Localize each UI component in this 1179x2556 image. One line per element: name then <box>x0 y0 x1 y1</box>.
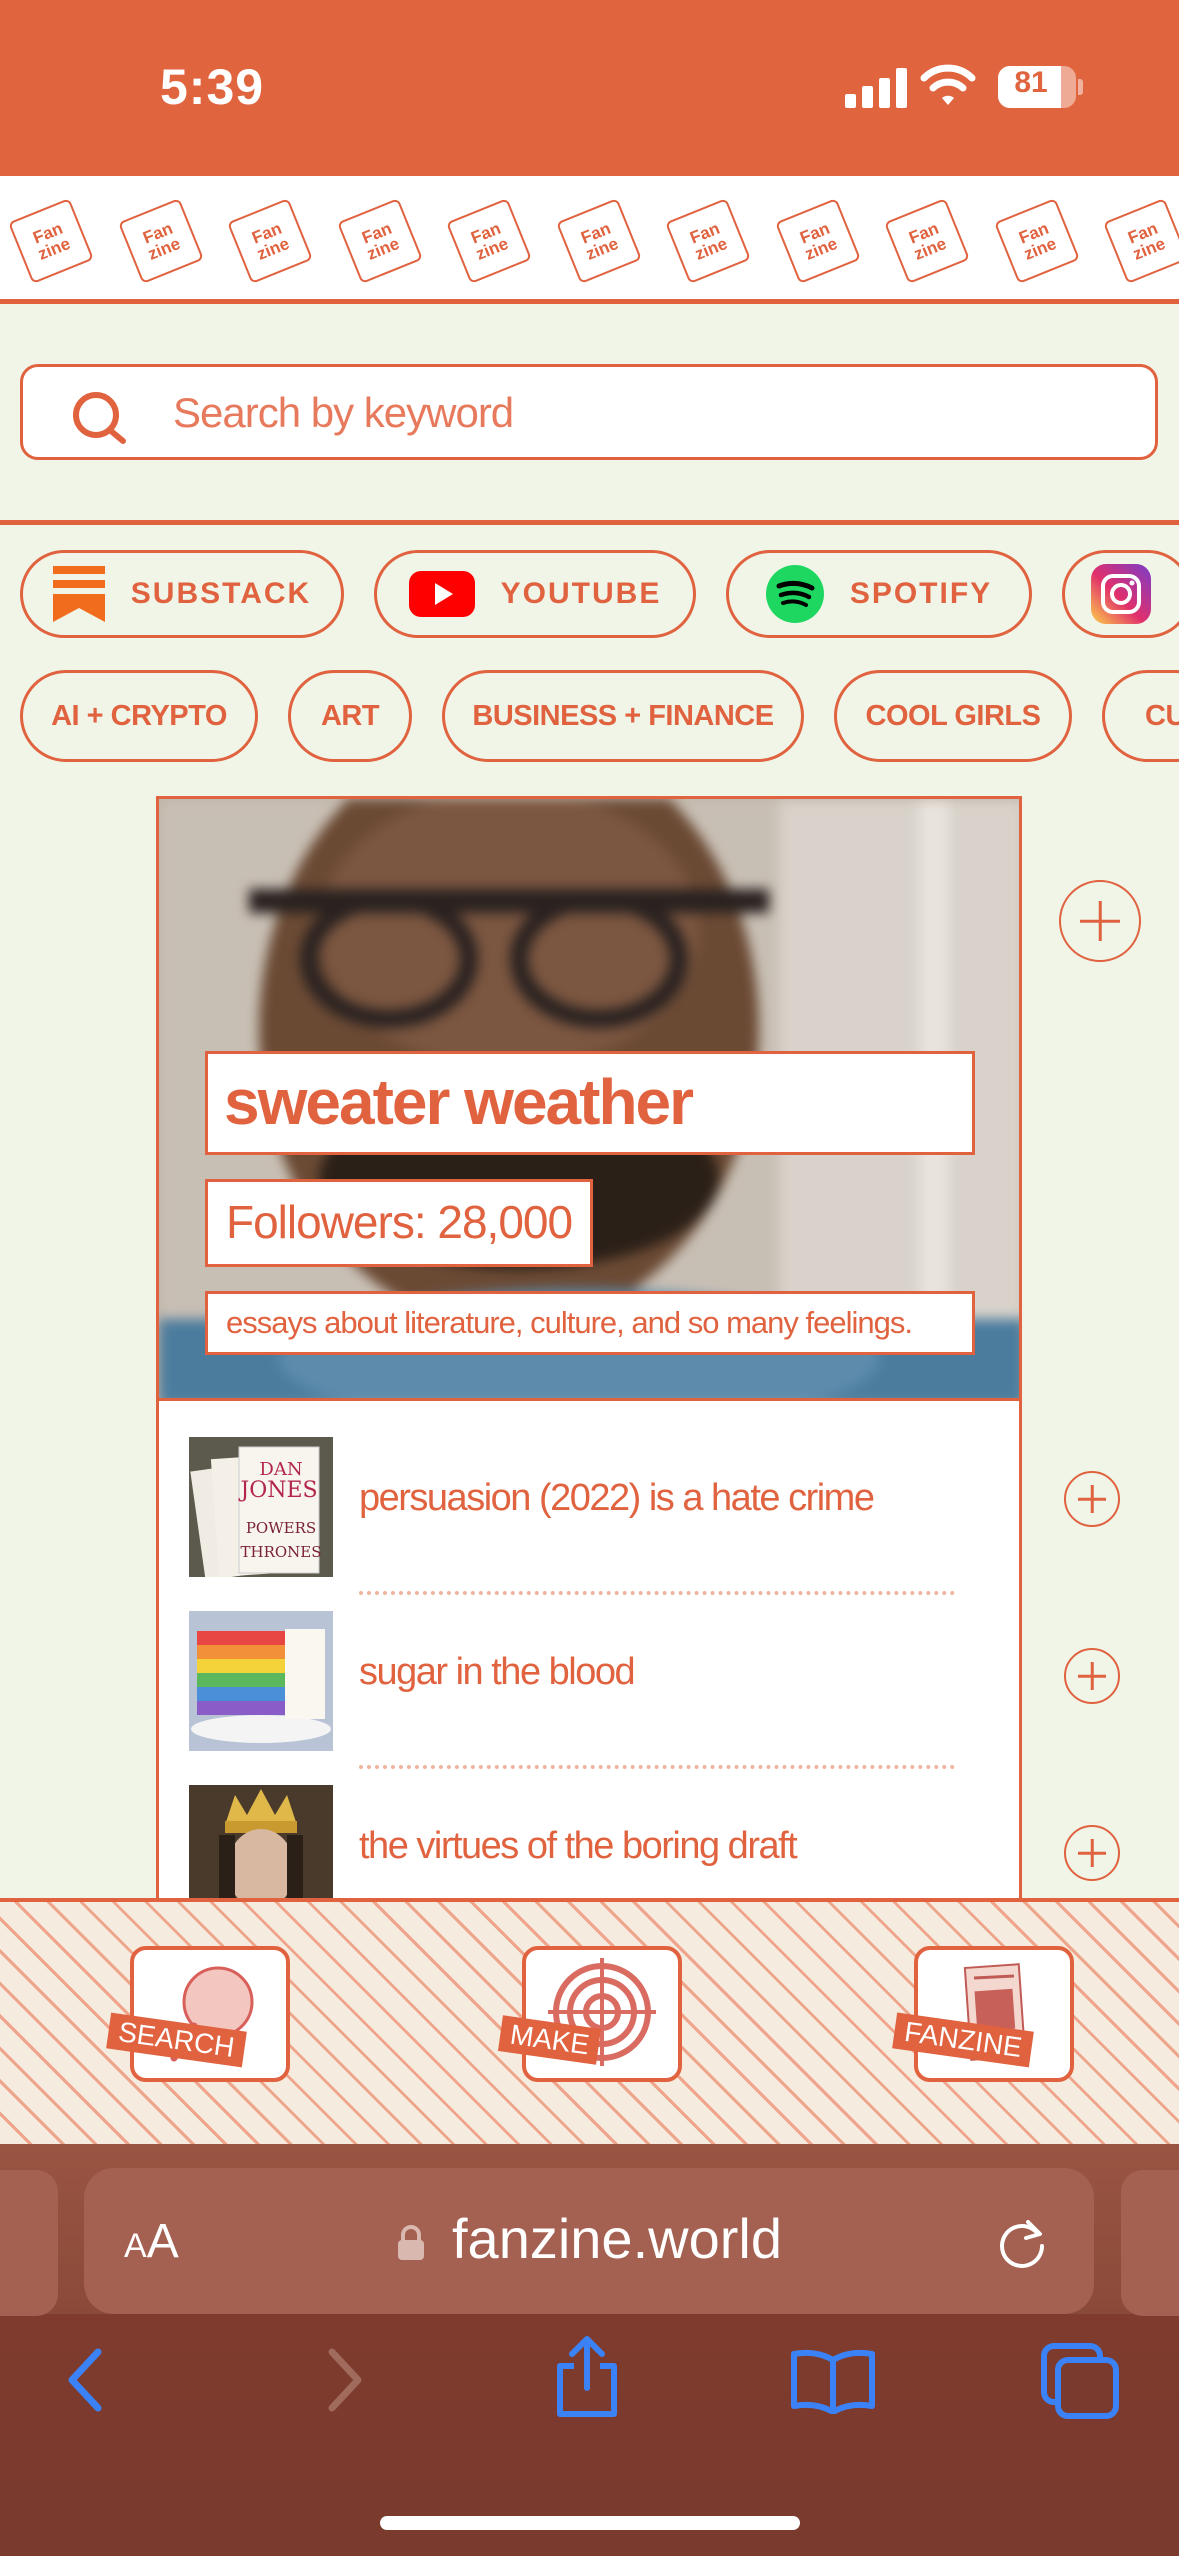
logo-text: Fan zine <box>577 218 621 264</box>
fanzine-logo-tile: Fan zine <box>336 198 423 284</box>
platform-spotify-button[interactable]: SPOTIFY <box>726 550 1032 638</box>
add-post-button[interactable] <box>1064 1648 1120 1704</box>
reader-settings-button[interactable]: AA <box>124 2214 179 2269</box>
svg-text:DAN: DAN <box>259 1459 302 1480</box>
nav-make-button[interactable] <box>522 1946 682 2082</box>
post-thumbnail-king <box>189 1785 333 1898</box>
browser-toolbar: AA fanzine.world <box>0 2144 1179 2556</box>
address-bar[interactable]: AA fanzine.world <box>84 2168 1094 2314</box>
fanzine-logo-strip: Fan zine Fan zine Fan zine Fan zine Fan zine Fan zi… <box>0 176 1179 304</box>
logo-text: Fan zine <box>796 218 840 264</box>
category-ai-crypto[interactable]: AI + CRYPTO <box>20 670 258 762</box>
fanzine-logo-tile: Fan zine <box>227 198 313 284</box>
platform-instagram-button[interactable] <box>1062 550 1179 638</box>
category-cool-girls[interactable]: COOL GIRLS <box>834 670 1072 762</box>
add-post-button[interactable] <box>1064 1825 1120 1881</box>
status-time: 5:39 <box>160 59 265 115</box>
home-indicator <box>380 2516 800 2530</box>
category-business-finance[interactable]: BUSINESS + FINANCE <box>442 670 804 762</box>
svg-text:JONES: JONES <box>238 1478 317 1503</box>
fanzine-logo-tile: Fan zine <box>993 198 1080 284</box>
fanzine-logo-tile: Fan zine <box>117 198 204 284</box>
fanzine-logo-tile: Fan zine <box>884 198 970 284</box>
section-divider <box>0 520 1179 525</box>
wifi-icon <box>920 64 976 105</box>
list-item[interactable]: the virtues of the boring draft <box>159 1749 1019 1898</box>
platform-label: SUBSTACK <box>130 577 312 610</box>
share-icon[interactable] <box>552 2334 622 2420</box>
list-item[interactable]: DAN JONES POWERS THRONES persuasion (202… <box>159 1401 1019 1595</box>
logo-text: Fan zine <box>139 218 183 264</box>
search-box[interactable] <box>20 364 1158 460</box>
svg-text:POWERS: POWERS <box>246 1519 316 1537</box>
platform-label: SPOTIFY <box>849 577 993 610</box>
forward-icon <box>328 2348 362 2412</box>
search-input[interactable] <box>173 383 1113 443</box>
category-label: ART <box>320 699 380 732</box>
category-label: AI + CRYPTO <box>51 699 227 732</box>
fanzine-logo-tile: Fan zine <box>446 198 532 284</box>
post-list: DAN JONES POWERS THRONES persuasion (202… <box>156 1398 1022 1898</box>
follow-plus-button[interactable] <box>1059 880 1141 962</box>
add-post-button[interactable] <box>1064 1471 1120 1527</box>
newsletter-description: essays about literature, culture, and so… <box>205 1291 975 1355</box>
post-title[interactable]: persuasion (2022) is a hate crime <box>359 1477 875 1520</box>
logo-text: Fan zine <box>906 218 950 264</box>
logo-text: Fan zine <box>687 218 731 264</box>
tabs-icon[interactable] <box>1040 2342 1120 2420</box>
battery-nub <box>1078 79 1083 95</box>
battery-percent: 81 <box>1014 66 1048 99</box>
post-title[interactable]: the virtues of the boring draft <box>359 1825 798 1868</box>
list-item[interactable]: sugar in the blood <box>159 1575 1019 1769</box>
follower-count: Followers: 28,000 <box>205 1179 594 1267</box>
youtube-icon <box>408 571 475 617</box>
featured-newsletter-card[interactable]: sweater weather Followers: 28,000 essays… <box>156 796 1022 1402</box>
svg-text:THRONES: THRONES <box>240 1543 321 1561</box>
logo-text: Fan zine <box>1015 218 1059 264</box>
platform-label: YOUTUBE <box>500 577 662 610</box>
substack-icon <box>52 566 105 622</box>
aa-large: A <box>146 2215 179 2268</box>
post-title[interactable]: sugar in the blood <box>359 1651 636 1694</box>
url-text: fanzine.world <box>452 2207 782 2270</box>
post-thumbnail-book: DAN JONES POWERS THRONES <box>189 1437 333 1577</box>
battery-icon: 81 <box>998 66 1076 108</box>
category-label: BUSINESS + FINANCE <box>472 699 774 732</box>
lock-icon <box>398 2225 424 2260</box>
fanzine-logo-tile: Fan zine <box>8 198 94 284</box>
cellular-signal-icon <box>845 68 907 108</box>
platform-youtube-button[interactable]: YOUTUBE <box>374 550 696 638</box>
category-label: CU <box>1145 699 1179 732</box>
fanzine-logo-tile: Fan zine <box>774 198 861 284</box>
logo-text: Fan zine <box>468 218 512 264</box>
previous-tab-peek[interactable] <box>0 2170 58 2316</box>
category-label: COOL GIRLS <box>865 699 1041 732</box>
fanzine-logo-tile: Fan zine <box>665 198 751 284</box>
logo-text: Fan zine <box>358 218 402 264</box>
reload-icon[interactable] <box>994 2214 1050 2270</box>
platform-substack-button[interactable]: SUBSTACK <box>20 550 344 638</box>
post-thumbnail-rainbow-cake <box>189 1611 333 1751</box>
category-art[interactable]: ART <box>288 670 412 762</box>
logo-text: Fan zine <box>30 218 74 264</box>
search-icon <box>73 392 126 444</box>
instagram-icon <box>1091 564 1151 624</box>
category-cu[interactable]: CU <box>1102 670 1179 762</box>
aa-small: A <box>124 2227 147 2265</box>
app-bottom-nav: SEARCH MAKE FANZINE <box>0 1898 1179 2144</box>
next-tab-peek[interactable] <box>1121 2170 1179 2316</box>
status-bar: 5:39 81 <box>0 0 1179 176</box>
fanzine-logo-tile: Fan zine <box>555 198 642 284</box>
logo-text: Fan zine <box>1125 218 1169 264</box>
back-icon[interactable] <box>62 2344 112 2416</box>
spotify-icon <box>765 565 824 623</box>
newsletter-title: sweater weather <box>205 1051 975 1155</box>
logo-text: Fan zine <box>249 218 293 264</box>
target-icon <box>548 1958 656 2066</box>
bookmarks-icon[interactable] <box>790 2348 876 2414</box>
fanzine-logo-tile: Fan zine <box>1103 198 1179 284</box>
